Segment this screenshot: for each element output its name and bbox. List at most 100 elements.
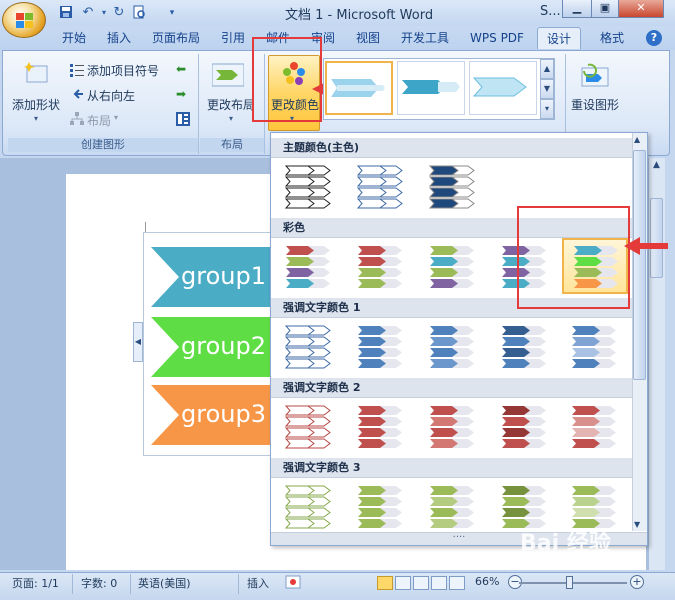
color-variant-swatch[interactable]: [284, 162, 334, 212]
color-variant-swatch[interactable]: [500, 322, 550, 372]
swatch-graphic: [358, 406, 402, 448]
customize-qat-icon[interactable]: ▾: [164, 5, 180, 21]
color-variant-swatch[interactable]: [356, 242, 406, 292]
color-variant-swatch[interactable]: [428, 242, 478, 292]
color-variant-swatch[interactable]: [284, 322, 334, 372]
language-status[interactable]: 英语(美国): [138, 575, 191, 591]
minimize-button[interactable]: ▁: [562, 0, 592, 18]
style-item[interactable]: [325, 61, 393, 115]
close-button[interactable]: ✕: [618, 0, 664, 18]
change-layout-icon[interactable]: [211, 62, 245, 88]
color-variant-swatch[interactable]: [428, 402, 478, 452]
promote-icon[interactable]: ⬅: [176, 62, 186, 76]
color-variant-swatch[interactable]: [428, 322, 478, 372]
tab-insert[interactable]: 插入: [101, 27, 137, 49]
swatch-chevron-front: [572, 359, 600, 368]
gallery-more[interactable]: ▾: [540, 99, 554, 119]
group-separator: [198, 54, 199, 154]
color-variant-swatch[interactable]: [356, 322, 406, 372]
color-variant-swatch[interactable]: [356, 402, 406, 452]
swatch-chevron-front: [356, 198, 387, 209]
tab-wps-pdf[interactable]: WPS PDF: [464, 27, 530, 49]
redo-icon[interactable]: ↻: [111, 5, 127, 21]
right-to-left-button[interactable]: 从右向左: [87, 87, 135, 104]
color-variant-swatch[interactable]: [500, 402, 550, 452]
draft-view-button[interactable]: [449, 576, 465, 590]
page-count[interactable]: 页面: 1/1: [12, 575, 59, 591]
tab-design[interactable]: 设计: [537, 27, 581, 49]
layout-button[interactable]: 布局: [87, 112, 111, 129]
color-variant-swatch[interactable]: [284, 242, 334, 292]
swatch-chevron-front: [502, 348, 530, 357]
color-variant-swatch[interactable]: [356, 162, 406, 212]
swatch-chevron-front: [284, 427, 315, 438]
office-button[interactable]: [2, 2, 46, 38]
print-preview-icon[interactable]: [131, 5, 147, 21]
tab-home[interactable]: 开始: [56, 27, 92, 49]
style-item[interactable]: [397, 61, 465, 115]
outline-view-button[interactable]: [431, 576, 447, 590]
macro-record-icon[interactable]: [285, 575, 301, 589]
reset-graphic-icon[interactable]: [580, 62, 610, 88]
add-shape-dropdown-icon[interactable]: ▾: [34, 114, 38, 123]
dropdown-scroll-up-icon[interactable]: ▲: [634, 135, 640, 144]
add-shape-button[interactable]: 添加形状: [12, 96, 60, 113]
print-layout-view-button[interactable]: [377, 576, 393, 590]
change-layout-button[interactable]: 更改布局: [207, 96, 255, 113]
gallery-scroll-up[interactable]: ▲: [540, 59, 554, 79]
swatch-chevron-front: [356, 176, 387, 187]
color-variant-swatch[interactable]: [570, 322, 620, 372]
tab-page-layout[interactable]: 页面布局: [146, 27, 206, 49]
zoom-slider-track[interactable]: [519, 582, 627, 584]
color-variant-swatch[interactable]: [428, 162, 478, 212]
color-variant-swatch[interactable]: [570, 402, 620, 452]
section-theme-colors: 主题颜色(主色): [271, 138, 633, 158]
swatch-chevron-front: [358, 326, 386, 335]
tab-format[interactable]: 格式: [592, 27, 632, 49]
style-item[interactable]: [469, 61, 537, 115]
demote-icon[interactable]: ➡: [176, 87, 186, 101]
color-variant-swatch[interactable]: [284, 482, 334, 532]
color-variant-swatch[interactable]: [284, 402, 334, 452]
color-variant-swatch[interactable]: [356, 482, 406, 532]
maximize-button[interactable]: ▣: [591, 0, 619, 18]
tab-view[interactable]: 视图: [350, 27, 386, 49]
tab-references[interactable]: 引用: [215, 27, 251, 49]
selection-pointer-arrow-icon: [624, 237, 668, 255]
full-screen-reading-view-button[interactable]: [395, 576, 411, 590]
gallery-scroll-down[interactable]: ▼: [540, 79, 554, 99]
zoom-slider-thumb[interactable]: [566, 576, 573, 589]
swatch-chevron-front: [572, 428, 600, 437]
add-shape-icon[interactable]: [24, 60, 50, 86]
swatch-chevron-front: [358, 406, 386, 415]
reset-graphic-button[interactable]: 重设图形: [571, 96, 619, 113]
add-bullet-button[interactable]: 添加项目符号: [87, 62, 159, 79]
save-icon[interactable]: [58, 5, 74, 21]
color-variant-swatch[interactable]: [428, 482, 478, 532]
zoom-level[interactable]: 66%: [475, 575, 499, 588]
swatch-chevron-front: [502, 359, 530, 368]
swatch-chevron-front: [284, 485, 315, 496]
undo-dropdown-icon[interactable]: ▾: [96, 5, 112, 21]
swatch-chevron-front: [284, 405, 315, 416]
text-pane-toggle[interactable]: ◀: [133, 322, 143, 362]
web-layout-view-button[interactable]: [413, 576, 429, 590]
dropdown-scroll-down-icon[interactable]: ▼: [634, 520, 640, 529]
swatch-chevron-front: [286, 268, 314, 277]
scroll-up-icon[interactable]: ▲: [650, 160, 663, 173]
swatch-chevron-front: [428, 198, 459, 209]
change-layout-dropdown-icon[interactable]: ▾: [229, 114, 233, 123]
word-count[interactable]: 字数: 0: [81, 575, 117, 591]
undo-icon[interactable]: ↶: [80, 5, 96, 21]
help-icon[interactable]: ?: [646, 30, 662, 46]
zoom-in-button[interactable]: +: [630, 575, 644, 589]
layout-dropdown-icon[interactable]: ▾: [114, 113, 118, 122]
dropdown-scroll-thumb[interactable]: [633, 150, 646, 380]
tab-developer[interactable]: 开发工具: [395, 27, 455, 49]
text-pane-icon[interactable]: [176, 112, 190, 126]
swatch-graphic: [572, 406, 616, 448]
swatch-chevron-front: [502, 439, 530, 448]
swatch-chevron-front: [572, 348, 600, 357]
insert-mode[interactable]: 插入: [247, 575, 269, 591]
swatch-chevron-front: [502, 428, 530, 437]
